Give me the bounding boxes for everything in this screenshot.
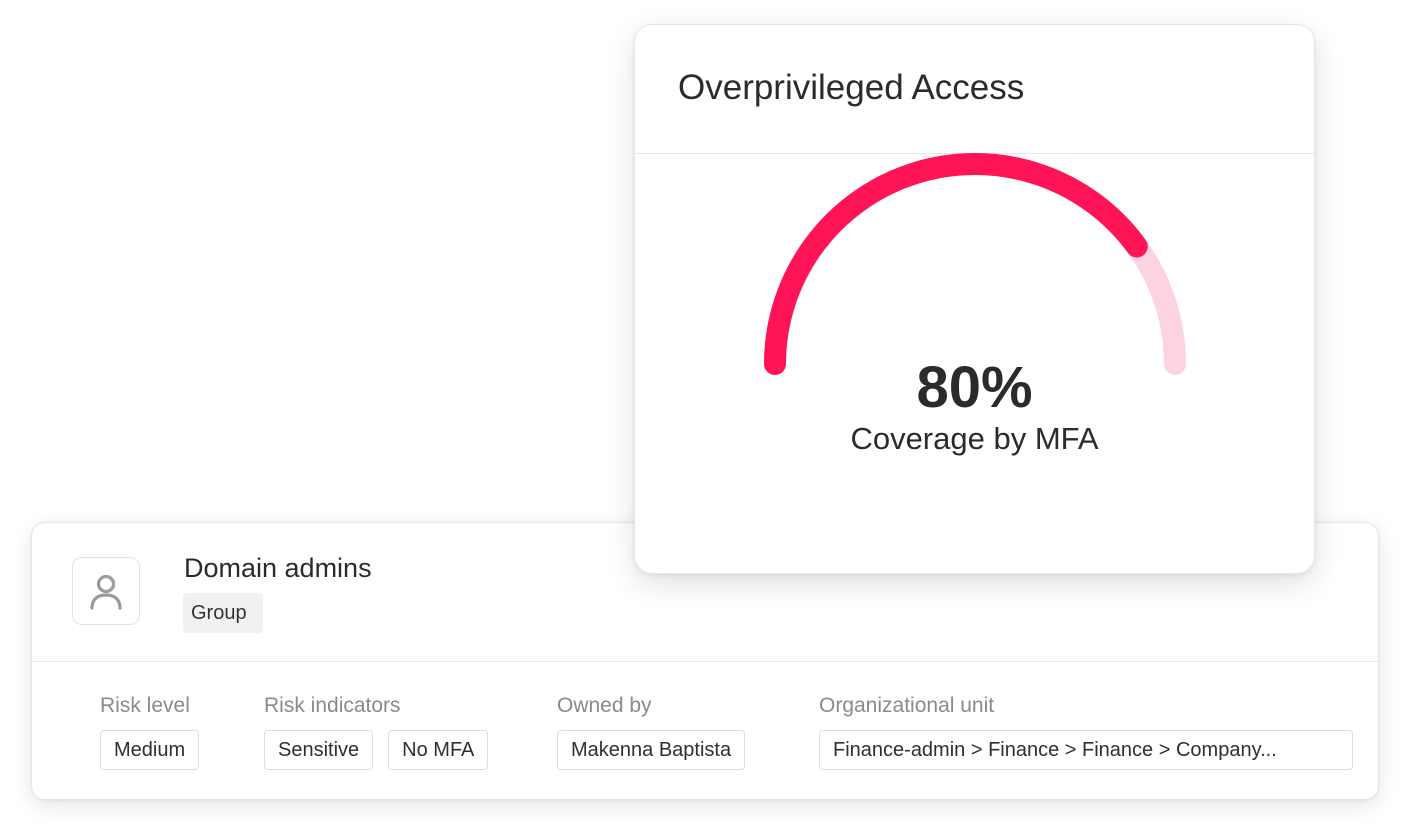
organizational-unit-chips: Finance-admin > Finance > Finance > Comp… xyxy=(819,730,1353,770)
risk-indicator-chip: No MFA xyxy=(388,730,489,770)
type-tag: Group xyxy=(183,593,263,633)
gauge-track xyxy=(764,153,1186,375)
gauge-card-title: Overprivileged Access xyxy=(678,68,1025,107)
risk-level-chips: Medium xyxy=(100,730,200,770)
organizational-unit-chip[interactable]: Finance-admin > Finance > Finance > Comp… xyxy=(819,730,1353,770)
owner-chip[interactable]: Makenna Baptista xyxy=(557,730,746,770)
attribute-risk-level: Risk level Medium xyxy=(100,693,200,770)
user-icon xyxy=(90,574,122,610)
risk-level-label: Risk level xyxy=(100,694,190,717)
overprivileged-access-card[interactable]: Overprivileged Access 80% Coverage by MF… xyxy=(634,24,1315,574)
attribute-organizational-unit: Organizational unit Finance-admin > Fina… xyxy=(819,693,1353,770)
owned-by-chips: Makenna Baptista xyxy=(557,730,746,770)
risk-indicator-chip: Sensitive xyxy=(264,730,374,770)
entity-title: Domain admins xyxy=(184,553,372,583)
attribute-risk-indicators: Risk indicators Sensitive No MFA xyxy=(264,693,489,770)
attribute-owned-by: Owned by Makenna Baptista xyxy=(557,693,746,770)
stage: Domain admins Group Risk level Medium Ri… xyxy=(0,0,1410,840)
gauge-value: 80% xyxy=(916,355,1033,420)
risk-level-chip: Medium xyxy=(100,730,200,770)
gauge-card-header: Overprivileged Access xyxy=(635,25,1314,154)
risk-indicators-chips: Sensitive No MFA xyxy=(264,730,489,770)
gauge-caption: Coverage by MFA xyxy=(850,421,1099,456)
risk-indicators-label: Risk indicators xyxy=(264,694,401,717)
gauge-fill xyxy=(764,153,1148,375)
gauge-area: 80% Coverage by MFA xyxy=(635,153,1314,573)
owned-by-label: Owned by xyxy=(557,694,652,717)
organizational-unit-label: Organizational unit xyxy=(819,694,995,717)
avatar xyxy=(72,557,140,625)
